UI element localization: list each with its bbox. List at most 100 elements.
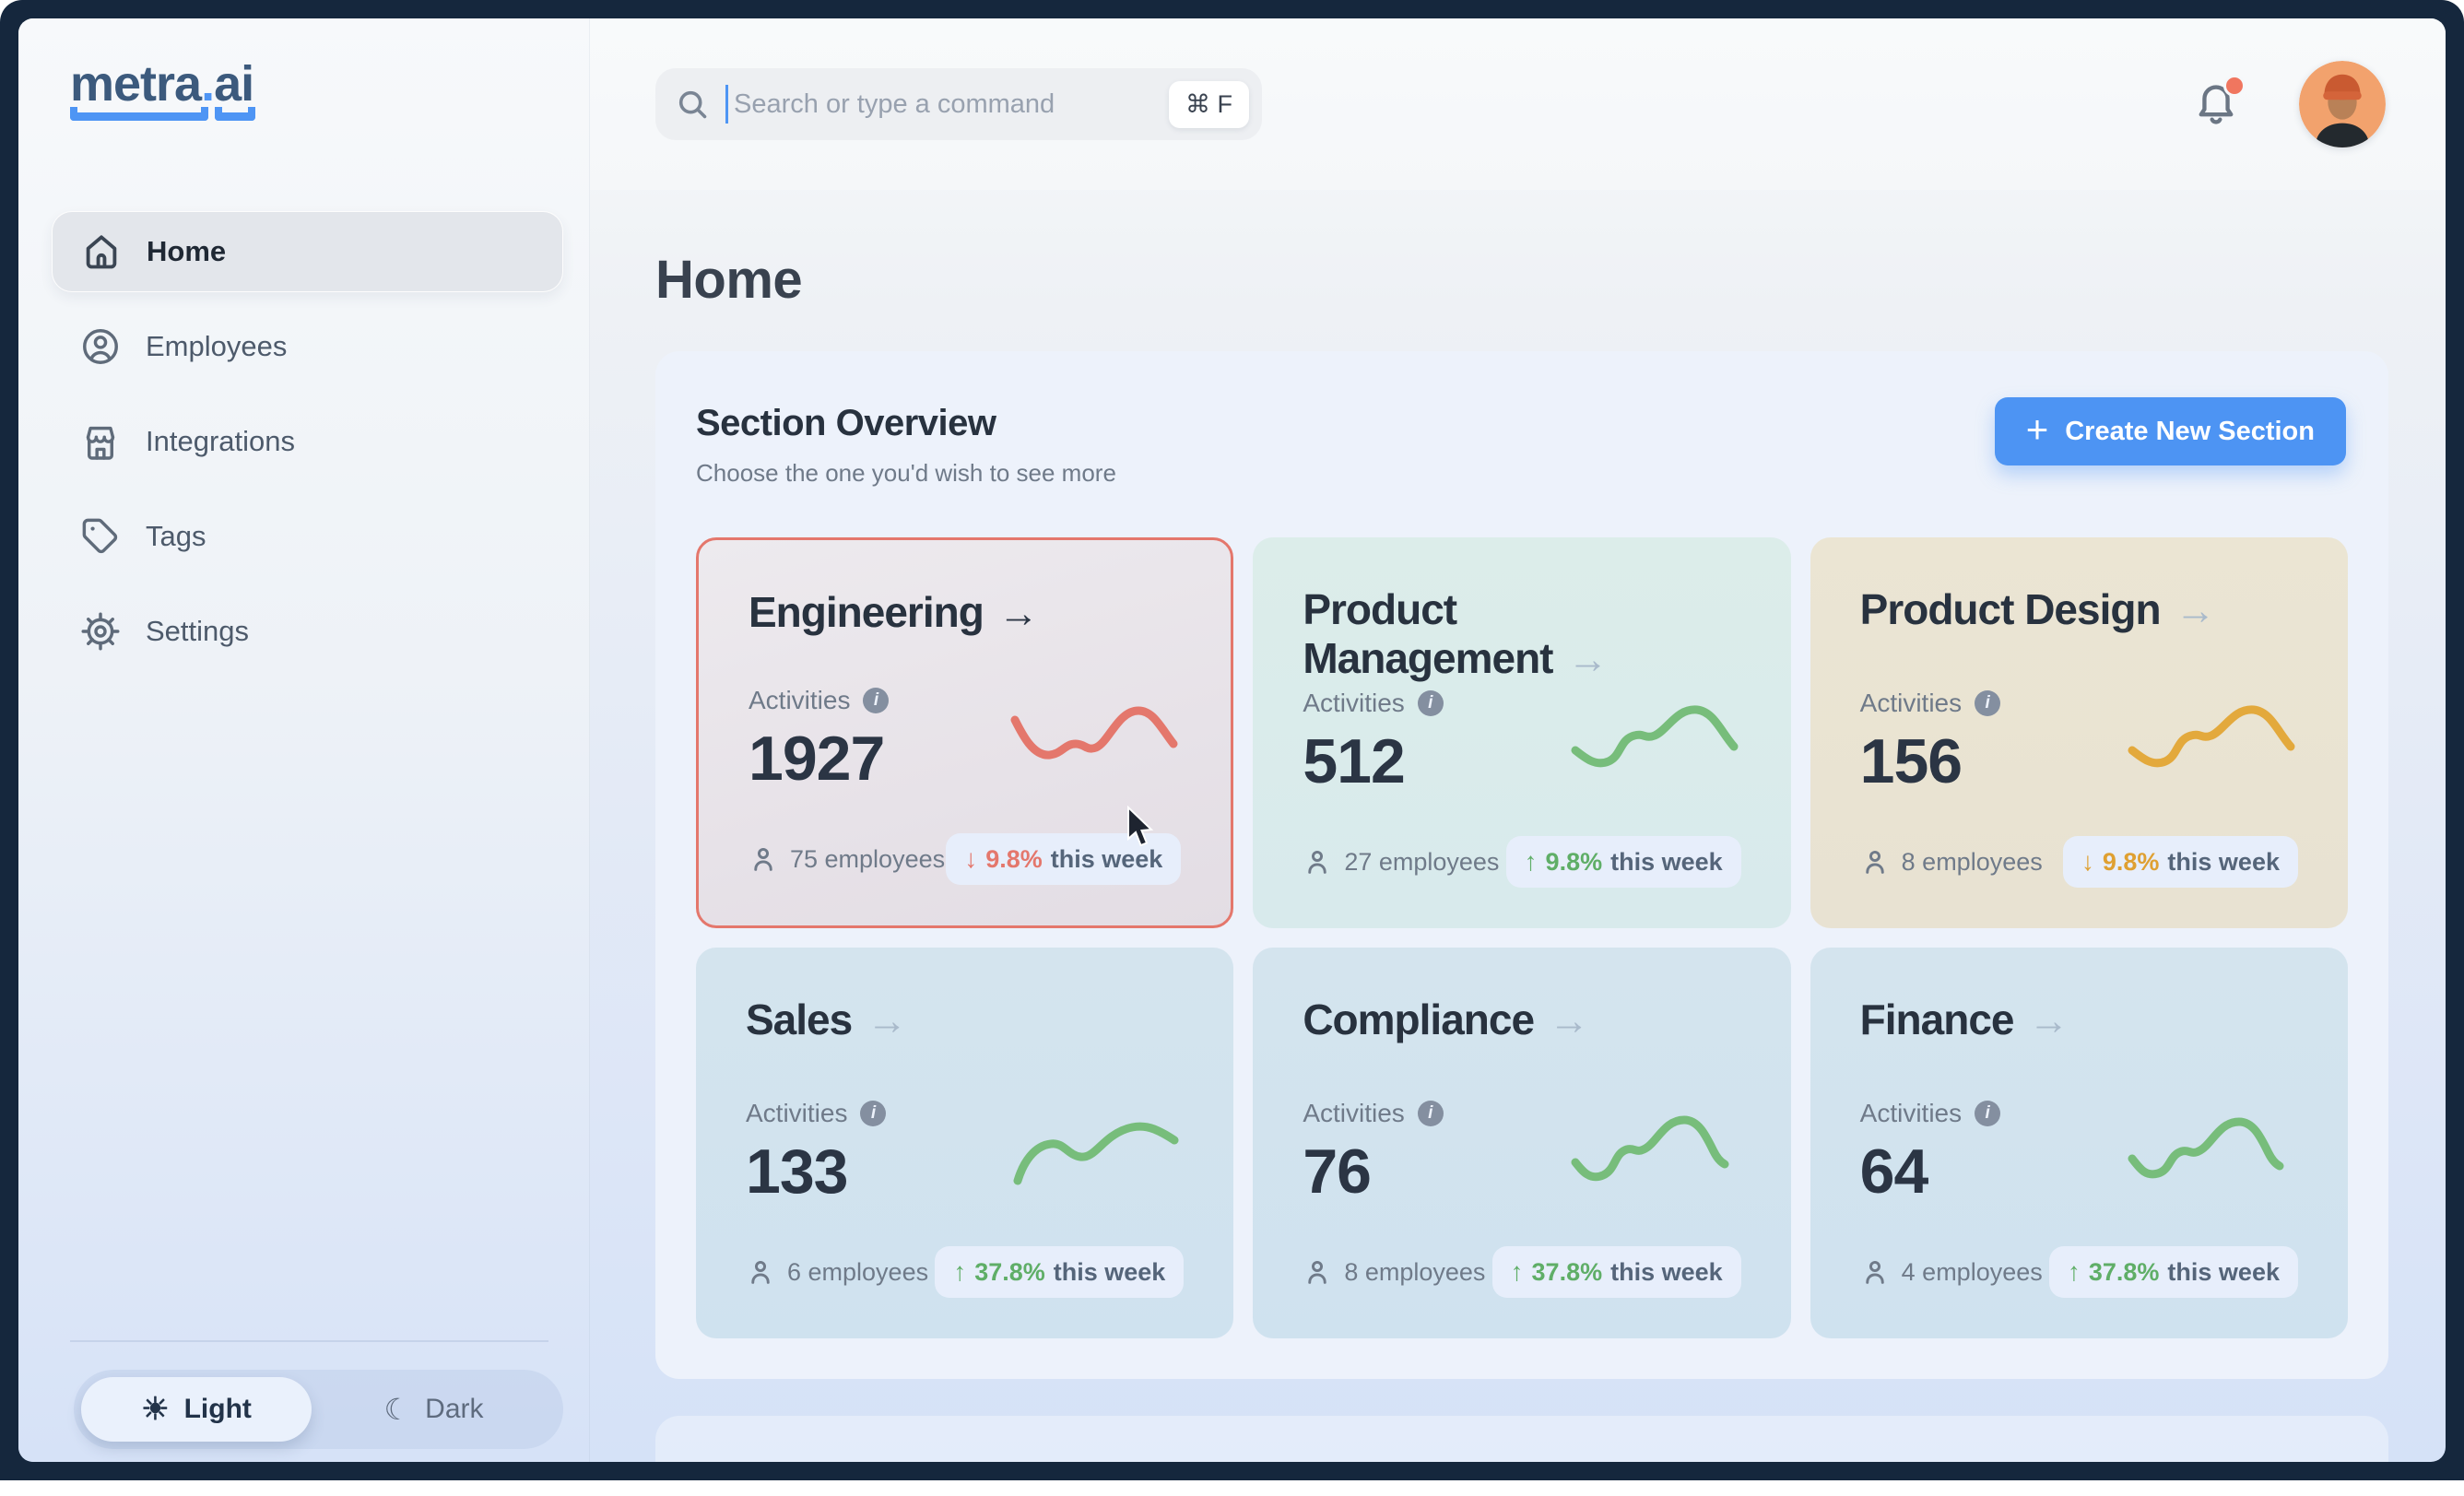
trend-percent: 9.8%: [1546, 848, 1603, 877]
employees-count: 8 employees: [1344, 1258, 1485, 1287]
trend-badge: ↓ 9.8% this week: [946, 833, 1181, 885]
activities-label: Activities: [746, 1099, 847, 1128]
avatar[interactable]: [2299, 61, 2386, 147]
section-card-product-design[interactable]: Product Design → Activities i 156: [1810, 537, 2348, 928]
employees-count: 75 employees: [790, 845, 945, 874]
sidebar-item-label: Settings: [146, 615, 249, 648]
activities-label: Activities: [1860, 1099, 1962, 1128]
search-input[interactable]: Search or type a command ⌘ F: [655, 68, 1262, 140]
search-placeholder: Search or type a command: [734, 89, 1055, 120]
section-card-finance[interactable]: Finance→ Activitiesi 64 4 empl: [1810, 948, 2348, 1338]
theme-light-label: Light: [184, 1394, 252, 1425]
trend-percent: 9.8%: [985, 845, 1043, 874]
section-card-sales[interactable]: Sales→ Activitiesi 133 6 emplo: [696, 948, 1233, 1338]
search-icon: [676, 88, 709, 121]
card-title: Product Design: [1860, 585, 2161, 633]
search-shortcut-badge: ⌘ F: [1169, 81, 1249, 128]
sparkline-chart: [1566, 1107, 1741, 1199]
sidebar-item-settings[interactable]: Settings: [52, 591, 563, 672]
activities-value: 64: [1860, 1136, 2000, 1207]
employees-icon: [79, 325, 122, 368]
arrow-right-icon: →: [1549, 998, 1589, 1043]
trend-suffix: this week: [2167, 848, 2280, 877]
activities-label: Activities: [1860, 689, 1962, 718]
logo[interactable]: metra.ai: [70, 61, 563, 121]
sidebar-item-home[interactable]: Home: [52, 211, 563, 292]
person-icon: [1303, 847, 1332, 877]
create-new-section-label: Create New Section: [2065, 417, 2315, 447]
main-area: Search or type a command ⌘ F: [590, 18, 2446, 1462]
sidebar-item-label: Tags: [146, 520, 206, 553]
activities-value: 1927: [749, 723, 889, 795]
theme-toggle: ☀ Light ☾ Dark: [74, 1370, 563, 1449]
info-icon: i: [1418, 690, 1444, 716]
activities-label: Activities: [749, 686, 850, 715]
trend-up-icon: ↑: [953, 1257, 966, 1287]
theme-dark-button[interactable]: ☾ Dark: [312, 1377, 556, 1442]
arrow-right-icon: →: [867, 998, 907, 1043]
card-title: Compliance: [1303, 995, 1534, 1043]
page-title: Home: [655, 249, 2446, 311]
sidebar-nav: Home Employees Integrations: [52, 211, 563, 672]
topbar: Search or type a command ⌘ F: [590, 18, 2446, 190]
trend-percent: 37.8%: [1532, 1258, 1603, 1287]
trend-suffix: this week: [1051, 845, 1163, 874]
sidebar-item-label: Employees: [146, 330, 287, 363]
arrow-right-icon: →: [2175, 588, 2216, 633]
trend-suffix: this week: [1610, 848, 1723, 877]
notification-dot: [2223, 75, 2246, 97]
sun-icon: ☀: [141, 1394, 169, 1425]
info-icon: i: [1418, 1101, 1444, 1126]
activities-value: 156: [1860, 725, 2000, 797]
trend-suffix: this week: [1610, 1258, 1723, 1287]
trend-badge: ↑ 37.8% this week: [935, 1246, 1184, 1298]
info-icon: i: [1975, 690, 2000, 716]
sparkline-chart: [2123, 697, 2298, 789]
sparkline-chart: [2123, 1107, 2298, 1199]
person-icon: [1860, 1257, 1890, 1287]
sidebar-divider: [70, 1340, 548, 1342]
section-cards-grid: Engineering→ Activitiesi 1927: [696, 537, 2348, 1338]
sidebar-footer: ☀ Light ☾ Dark: [52, 1340, 563, 1449]
create-new-section-button[interactable]: + Create New Section: [1995, 397, 2346, 465]
section-card-product-management[interactable]: Product Management → Activities i 512: [1253, 537, 1790, 928]
activities-label: Activities: [1303, 689, 1404, 718]
sparkline-chart: [1006, 694, 1181, 786]
theme-dark-label: Dark: [425, 1394, 483, 1425]
arrow-right-icon: →: [1568, 637, 1609, 682]
sidebar-item-integrations[interactable]: Integrations: [52, 401, 563, 482]
sparkline-chart: [1008, 1107, 1184, 1199]
settings-icon: [79, 610, 122, 653]
app-window: metra.ai Home Employees: [0, 0, 2464, 1480]
person-icon: [1303, 1257, 1332, 1287]
trend-down-icon: ↓: [964, 844, 977, 874]
section-card-engineering[interactable]: Engineering→ Activitiesi 1927: [696, 537, 1233, 928]
card-title: Finance: [1860, 995, 2014, 1043]
activities-value: 76: [1303, 1136, 1443, 1207]
card-title: Sales: [746, 995, 852, 1043]
home-icon: [80, 230, 123, 273]
activities-label: Activities: [1303, 1099, 1404, 1128]
sidebar-item-label: Home: [147, 235, 226, 268]
sidebar-item-employees[interactable]: Employees: [52, 306, 563, 387]
section-overview: Section Overview Choose the one you'd wi…: [655, 351, 2388, 1379]
section-card-compliance[interactable]: Compliance→ Activitiesi 76 8 e: [1253, 948, 1790, 1338]
theme-light-button[interactable]: ☀ Light: [81, 1377, 312, 1442]
moon-icon: ☾: [383, 1395, 410, 1424]
trend-percent: 9.8%: [2103, 848, 2160, 877]
logo-text: metra.ai: [70, 61, 563, 107]
employees-count: 27 employees: [1344, 848, 1499, 877]
notifications-button[interactable]: [2192, 78, 2240, 131]
person-icon: [749, 844, 778, 874]
sidebar-item-tags[interactable]: Tags: [52, 496, 563, 577]
trend-badge: ↑ 9.8% this week: [1506, 836, 1741, 888]
info-icon: i: [860, 1101, 886, 1126]
card-title: Product Management: [1303, 585, 1552, 682]
person-icon: [746, 1257, 775, 1287]
tags-icon: [79, 515, 122, 558]
trend-up-icon: ↑: [2068, 1257, 2081, 1287]
avatar-image: [2299, 61, 2386, 147]
info-icon: i: [1975, 1101, 2000, 1126]
employees-count: 6 employees: [787, 1258, 928, 1287]
activities-value: 512: [1303, 725, 1443, 797]
